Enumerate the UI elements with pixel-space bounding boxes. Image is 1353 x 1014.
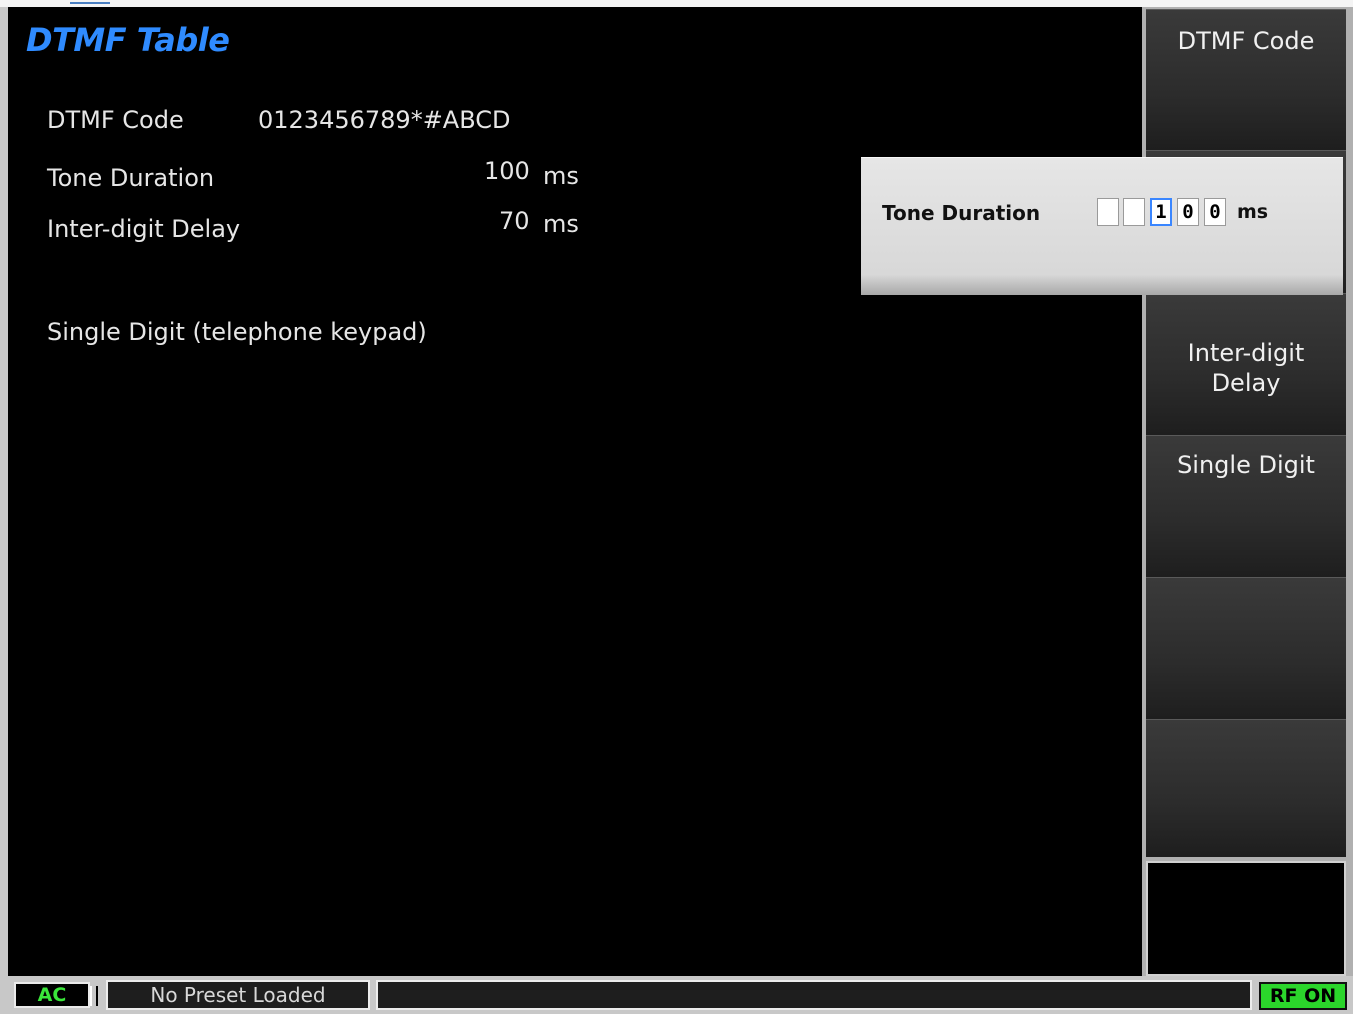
softkey-blank-5[interactable] (1146, 577, 1346, 719)
dtmf-code-value[interactable]: 0123456789*#ABCD (258, 106, 511, 134)
entry-label: Tone Duration (882, 201, 1041, 225)
entry-digit-3-cursor[interactable]: 1 (1150, 198, 1172, 226)
entry-digit-5[interactable]: 0 (1204, 198, 1226, 226)
softkey-dtmf-code[interactable]: DTMF Code (1146, 9, 1346, 150)
entry-digit-4[interactable]: 0 (1177, 198, 1199, 226)
inter-digit-delay-unit: ms (543, 210, 579, 238)
main-display: DTMF Table DTMF Code 0123456789*#ABCD To… (8, 7, 1142, 976)
softkey-inter-digit-delay-label: Inter-digit Delay (1187, 339, 1305, 397)
entry-digit-1[interactable] (1097, 198, 1119, 226)
preset-status: No Preset Loaded (106, 980, 370, 1010)
tone-duration-label: Tone Duration (47, 164, 215, 192)
softkey-inter-digit-delay[interactable]: Inter-digit Delay (1146, 293, 1346, 435)
single-digit-label[interactable]: Single Digit (telephone keypad) (47, 318, 427, 346)
top-border (0, 0, 1353, 7)
tone-duration-value[interactable]: 100 (484, 157, 530, 185)
tone-duration-unit: ms (543, 162, 579, 190)
inter-digit-delay-value[interactable]: 70 (499, 207, 530, 235)
status-bar: AC No Preset Loaded RF ON (0, 976, 1353, 1014)
softkey-blank-6[interactable] (1146, 719, 1346, 857)
message-bar (376, 980, 1252, 1010)
entry-unit: ms (1237, 201, 1269, 223)
softkey-blank-7[interactable] (1146, 861, 1346, 976)
entry-digit-2[interactable] (1123, 198, 1145, 226)
coupling-indicator: AC (14, 982, 90, 1008)
softkey-single-digit-label: Single Digit (1177, 451, 1315, 479)
inter-digit-delay-label: Inter-digit Delay (47, 215, 241, 243)
dtmf-code-label: DTMF Code (47, 106, 184, 134)
softkey-single-digit[interactable]: Single Digit (1146, 435, 1346, 577)
tone-duration-entry-dialog[interactable]: Tone Duration 1 0 0 ms (861, 157, 1343, 295)
status-separator (90, 986, 98, 1006)
softkey-dtmf-code-label: DTMF Code (1177, 27, 1315, 55)
rf-on-indicator[interactable]: RF ON (1259, 982, 1347, 1010)
softkey-panel: DTMF Code Inter-digit Delay Single Digit (1142, 7, 1353, 976)
page-title: DTMF Table (26, 21, 230, 59)
top-accent (70, 2, 110, 4)
